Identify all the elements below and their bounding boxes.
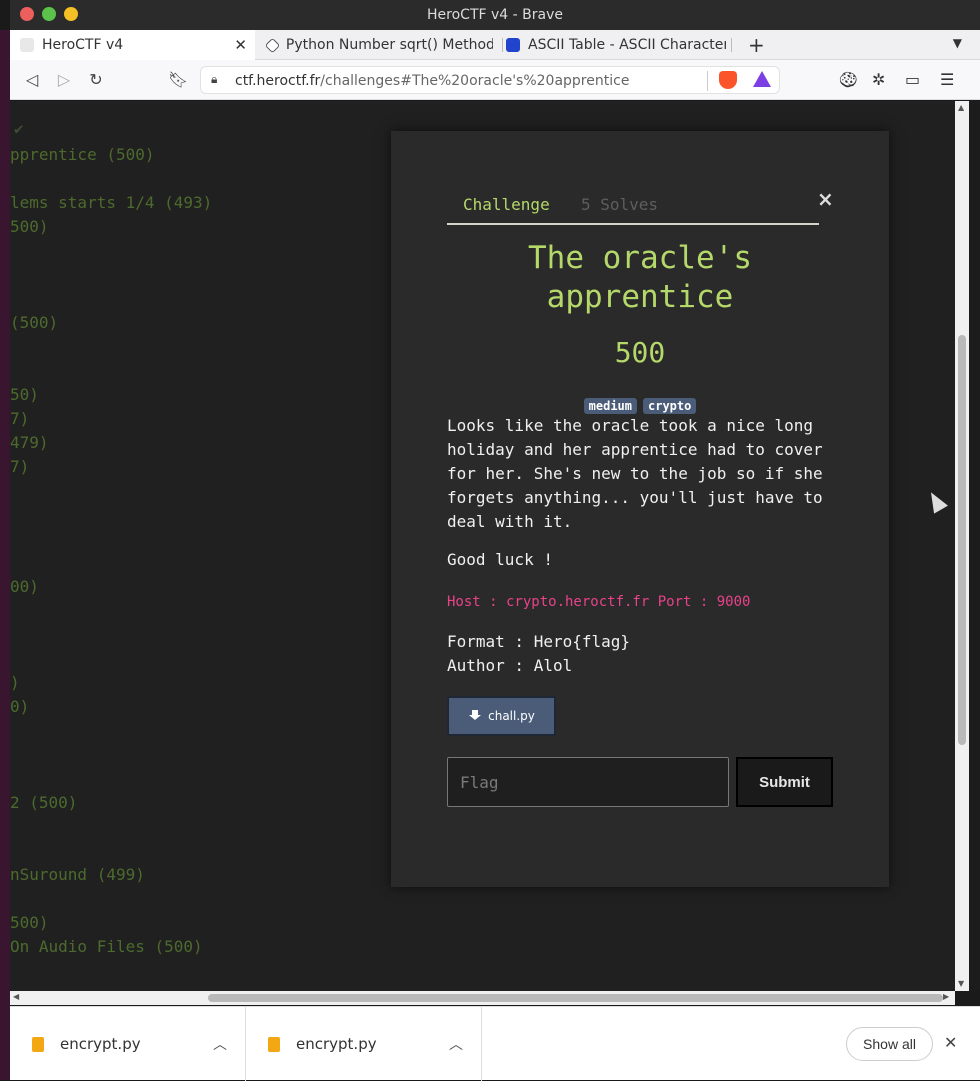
modal-tabs: Challenge 5 Solves: [447, 187, 819, 225]
challenge-description: Looks like the oracle took a nice long h…: [447, 414, 837, 534]
download-file-button[interactable]: chall.py: [447, 696, 556, 736]
author: Author : Alol: [447, 656, 573, 675]
list-item[interactable]: 479): [10, 433, 49, 452]
list-item[interactable]: 7): [10, 457, 29, 476]
back-icon[interactable]: ◁: [20, 68, 44, 92]
close-modal-icon[interactable]: ×: [817, 187, 834, 211]
brave-rewards-icon[interactable]: [753, 71, 771, 87]
tab-heroctf[interactable]: HeroCTF v4 ✕: [10, 30, 255, 60]
new-tab-icon[interactable]: +: [748, 33, 765, 57]
tab-solves[interactable]: 5 Solves: [581, 195, 658, 214]
tab-python-sqrt[interactable]: Python Number sqrt() Method: [257, 30, 493, 60]
show-all-button[interactable]: Show all: [846, 1027, 933, 1061]
list-item[interactable]: lems starts 1/4 (493): [10, 193, 212, 212]
flag-format: Format : Hero{flag}: [447, 632, 631, 651]
forward-icon[interactable]: ▷: [52, 68, 76, 92]
chevron-up-icon[interactable]: ︿: [213, 1034, 227, 1054]
download-item[interactable]: encrypt.py ︿: [246, 1007, 482, 1081]
tab-label: ASCII Table - ASCII Character: [528, 37, 726, 53]
url-text: ctf.heroctf.fr/challenges#The%20oracle's…: [235, 73, 630, 89]
tab-list-chevron-icon[interactable]: ▼: [953, 36, 962, 50]
list-item[interactable]: 500): [10, 913, 49, 932]
tab-challenge[interactable]: Challenge: [463, 195, 550, 214]
challenge-modal: Challenge 5 Solves × The oracle's appren…: [391, 131, 889, 887]
description-line: forgets anything... you'll just have to: [447, 488, 823, 507]
list-item[interactable]: (500): [10, 313, 58, 332]
download-filename: encrypt.py: [296, 1035, 377, 1053]
tutorialspoint-favicon-icon: [264, 37, 281, 53]
list-item[interactable]: 00): [10, 577, 39, 596]
tab-label: HeroCTF v4: [42, 37, 124, 53]
desktop-edge: [0, 30, 10, 1080]
tab-label: Python Number sqrt() Method: [285, 37, 493, 53]
download-icon: [468, 709, 482, 723]
challenge-tags: medium crypto: [451, 395, 829, 414]
address-bar[interactable]: 🔒︎ ctf.heroctf.fr/challenges#The%20oracl…: [200, 66, 780, 94]
chevron-up-icon[interactable]: ︿: [449, 1034, 463, 1054]
scrollbar-thumb[interactable]: [958, 335, 966, 745]
close-icon[interactable]: ✕: [944, 1033, 957, 1052]
download-item[interactable]: encrypt.py ︿: [10, 1007, 246, 1081]
mouse-cursor-icon: [924, 488, 948, 514]
file-icon: [268, 1036, 280, 1052]
tab-ascii-table[interactable]: ASCII Table - ASCII Character: [496, 30, 726, 60]
menu-icon[interactable]: ☰: [940, 70, 954, 89]
page-favicon-icon: [20, 38, 34, 52]
ascii-favicon-icon: [506, 38, 520, 52]
challenge-title-line: The oracle's: [528, 240, 752, 276]
description-line: Looks like the oracle took a nice long: [447, 416, 814, 435]
lock-icon: 🔒︎: [211, 72, 218, 86]
page-content: ✔ pprentice (500) lems starts 1/4 (493) …: [10, 101, 955, 991]
challenge-title: The oracle's apprentice: [451, 239, 829, 317]
list-item[interactable]: 500): [10, 217, 49, 236]
challenge-points: 500: [614, 336, 666, 369]
tab-bar: HeroCTF v4 ✕ Python Number sqrt() Method…: [10, 30, 980, 60]
list-item[interactable]: pprentice (500): [10, 145, 155, 164]
description-line: deal with it.: [447, 512, 573, 531]
format-author: Format : Hero{flag} Author : Alol: [447, 630, 630, 678]
list-item[interactable]: ): [10, 673, 20, 692]
reload-icon[interactable]: ↻: [84, 68, 108, 92]
vertical-scrollbar[interactable]: ▲ ▼: [955, 101, 969, 991]
bookmark-icon[interactable]: 🔖︎: [166, 68, 190, 92]
downloads-bar: encrypt.py ︿ encrypt.py ︿ Show all ✕: [10, 1006, 980, 1081]
window-edge: [969, 101, 980, 991]
close-tab-icon[interactable]: ✕: [234, 36, 247, 54]
scroll-down-icon[interactable]: ▼: [958, 979, 964, 988]
tag-badge: medium: [583, 398, 637, 414]
list-item[interactable]: 0): [10, 697, 29, 716]
description-line: holiday and her apprentice had to cover: [447, 440, 823, 459]
list-item[interactable]: 2 (500): [10, 793, 77, 812]
wallet-icon[interactable]: ▭: [905, 70, 920, 89]
submit-button[interactable]: Submit: [736, 757, 833, 807]
challenge-list-background: ✔ pprentice (500) lems starts 1/4 (493) …: [10, 101, 390, 991]
good-luck-text: Good luck !: [447, 550, 553, 569]
extensions-puzzle-icon[interactable]: ✲: [872, 70, 885, 89]
description-line: for her. She's new to the job so if she: [447, 464, 823, 483]
tag-badge: crypto: [643, 398, 697, 414]
list-item[interactable]: 7): [10, 409, 29, 428]
solved-check-icon: ✔: [14, 119, 24, 138]
download-filename: encrypt.py: [60, 1035, 141, 1053]
horizontal-scrollbar[interactable]: ◀ ▶: [10, 991, 955, 1005]
scroll-up-icon[interactable]: ▲: [958, 103, 964, 112]
navigation-bar: ◁ ▷ ↻ 🔖︎ 🔒︎ ctf.heroctf.fr/challenges#Th…: [10, 60, 980, 100]
scroll-right-icon[interactable]: ▶: [943, 992, 949, 1001]
challenge-title-line: apprentice: [546, 279, 734, 315]
scrollbar-thumb[interactable]: [208, 994, 943, 1002]
flag-input[interactable]: [447, 757, 729, 807]
window-title: HeroCTF v4 - Brave: [427, 7, 563, 23]
file-name: chall.py: [488, 709, 535, 723]
host-info: Host : crypto.heroctf.fr Port : 9000: [447, 594, 751, 610]
cookie-extension-icon[interactable]: 🍪︎: [838, 70, 858, 89]
scroll-left-icon[interactable]: ◀: [13, 992, 19, 1001]
file-icon: [32, 1036, 44, 1052]
list-item[interactable]: On Audio Files (500): [10, 937, 203, 956]
list-item[interactable]: 50): [10, 385, 39, 404]
brave-shields-icon[interactable]: [719, 71, 737, 89]
window-titlebar: HeroCTF v4 - Brave: [10, 0, 980, 30]
list-item[interactable]: nSuround (499): [10, 865, 145, 884]
